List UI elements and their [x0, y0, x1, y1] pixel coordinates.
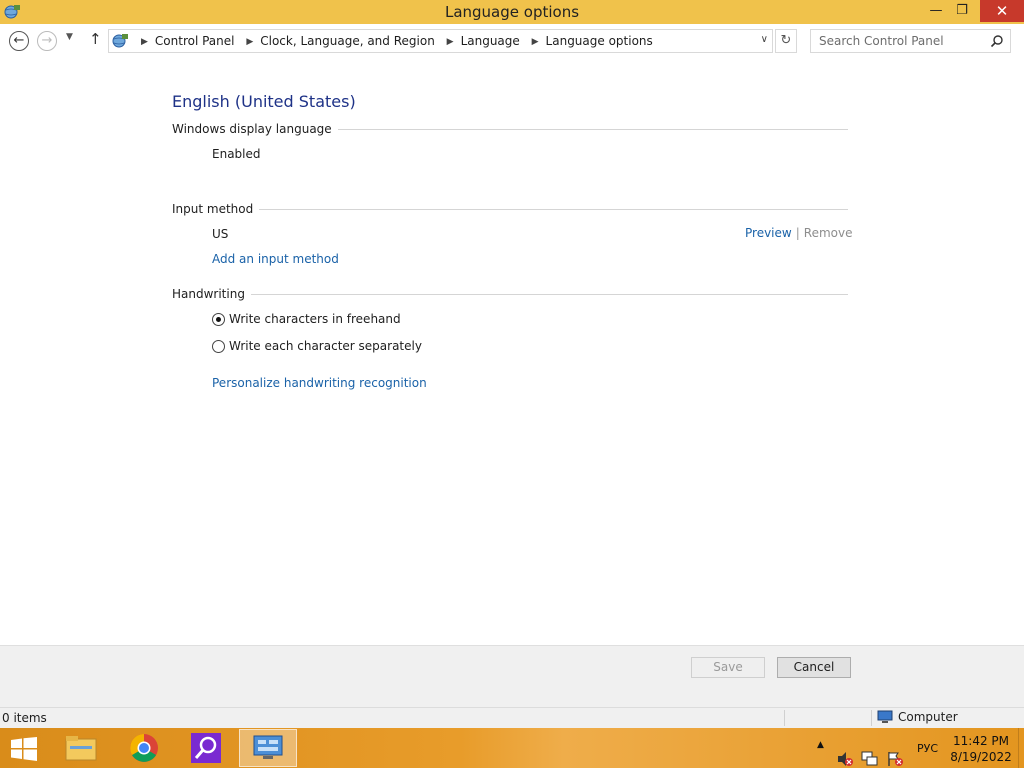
folder-icon [65, 736, 97, 761]
input-language-indicator[interactable]: РУС [917, 742, 938, 768]
up-button[interactable]: ↑ [89, 30, 102, 48]
main-content: English (United States) Windows display … [0, 58, 1024, 645]
personalize-handwriting-link[interactable]: Personalize handwriting recognition [212, 376, 427, 390]
recent-locations-dropdown[interactable]: ▼ [66, 32, 73, 42]
separately-radio-option[interactable]: Write each character separately [212, 339, 422, 353]
link-separator: | [795, 226, 800, 240]
section-divider [259, 208, 848, 210]
freehand-radio-option[interactable]: Write characters in freehand [212, 312, 401, 326]
window-title: Language options [444, 3, 580, 21]
remove-link: Remove [803, 226, 853, 240]
show-hidden-icons-button[interactable]: ▲ [817, 740, 824, 768]
language-title: English (United States) [172, 92, 356, 111]
control-panel-icon [112, 34, 128, 48]
search-box[interactable] [810, 29, 1011, 53]
refresh-button[interactable]: ↻ [775, 29, 797, 53]
dialog-button-bar: Save Cancel [0, 645, 1024, 707]
status-divider [871, 710, 872, 726]
freehand-radio-label[interactable]: Write characters in freehand [229, 312, 401, 326]
save-button[interactable]: Save [691, 657, 765, 678]
handwriting-section-header: Handwriting [172, 287, 848, 301]
item-count: 0 items [2, 711, 47, 725]
input-method-name: US [212, 227, 229, 241]
status-location: Computer [877, 710, 958, 724]
breadcrumb-clock-language-region[interactable]: Clock, Language, and Region [260, 34, 435, 48]
section-divider [250, 293, 848, 295]
action-center-flag-icon[interactable] [886, 739, 904, 768]
windows-start-icon[interactable] [10, 737, 38, 761]
chrome-icon [130, 734, 158, 762]
breadcrumb-language[interactable]: Language [461, 34, 520, 48]
freehand-radio-button[interactable] [212, 312, 225, 326]
breadcrumb-separator-icon[interactable]: ▶ [447, 37, 454, 47]
restore-button[interactable]: ❐ [947, 0, 977, 22]
location-label: Computer [898, 710, 958, 724]
breadcrumb-separator-icon[interactable]: ▶ [246, 37, 253, 47]
network-icon[interactable] [861, 739, 879, 768]
navigation-bar: ← → ▼ ↑ ▶ Control Panel ▶ Clock, Language,… [0, 24, 1024, 58]
add-input-method-link[interactable]: Add an input method [212, 252, 339, 266]
section-divider [337, 128, 848, 130]
search-input[interactable] [811, 30, 986, 52]
status-divider [784, 710, 785, 726]
volume-muted-icon[interactable] [836, 739, 854, 768]
input-method-heading: Input method [172, 202, 254, 216]
separately-radio-button[interactable] [212, 339, 225, 353]
breadcrumb-separator-icon[interactable]: ▶ [141, 37, 148, 47]
address-bar[interactable]: ▶ Control Panel ▶ Clock, Language, and Reg… [108, 29, 773, 53]
magnifier-icon [191, 733, 221, 763]
taskbar: ▲ РУС 11:42 PM 8/19/2022 [0, 728, 1024, 768]
input-method-section-header: Input method [172, 202, 848, 216]
breadcrumb-language-options[interactable]: Language options [546, 34, 653, 48]
title-bar: Language options — ❐ ✕ [0, 0, 1024, 24]
taskbar-chrome[interactable] [115, 729, 173, 767]
display-language-heading: Windows display language [172, 122, 332, 136]
taskbar-file-explorer[interactable] [52, 729, 110, 767]
taskbar-search-app[interactable] [177, 729, 235, 767]
preview-link[interactable]: Preview [745, 226, 792, 240]
separately-radio-label[interactable]: Write each character separately [229, 339, 422, 353]
handwriting-heading: Handwriting [172, 287, 245, 301]
taskbar-control-panel[interactable] [239, 729, 297, 767]
breadcrumb: ▶ Control Panel ▶ Clock, Language, and Reg… [133, 34, 653, 48]
clock[interactable]: 11:42 PM 8/19/2022 [950, 733, 1012, 768]
breadcrumb-control-panel[interactable]: Control Panel [155, 34, 235, 48]
cancel-button[interactable]: Cancel [777, 657, 851, 678]
close-button[interactable]: ✕ [980, 0, 1024, 22]
status-bar: 0 items Computer [0, 707, 1024, 728]
forward-button[interactable]: → [37, 31, 57, 51]
display-language-status: Enabled [212, 147, 261, 161]
search-icon[interactable] [990, 34, 1004, 48]
address-dropdown-icon[interactable]: ∨ [761, 34, 768, 45]
clock-date: 8/19/2022 [950, 750, 1012, 764]
back-button[interactable]: ← [9, 31, 29, 51]
input-method-actions: Preview | Remove [745, 226, 852, 240]
show-desktop-button[interactable] [1018, 728, 1024, 768]
clock-time: 11:42 PM [953, 734, 1009, 748]
display-language-section-header: Windows display language [172, 122, 848, 136]
control-panel-taskbar-icon [253, 735, 283, 759]
computer-icon [877, 710, 893, 723]
breadcrumb-separator-icon[interactable]: ▶ [532, 37, 539, 47]
